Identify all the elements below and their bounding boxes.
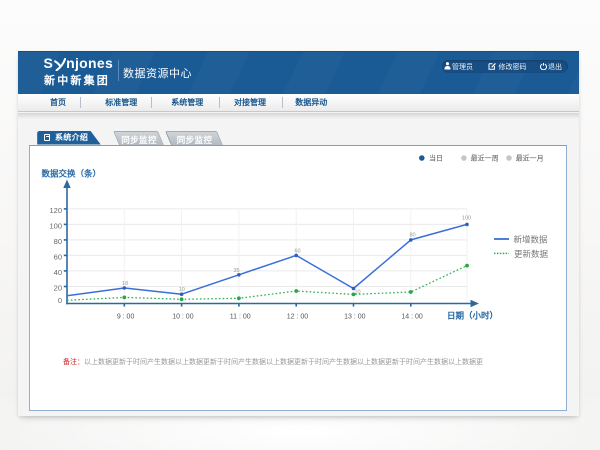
svg-text:14 : 00: 14 : 00 xyxy=(401,313,423,320)
svg-text:13 : 00: 13 : 00 xyxy=(344,313,366,320)
svg-text:10: 10 xyxy=(179,287,185,293)
svg-text:11 : 00: 11 : 00 xyxy=(230,313,251,320)
svg-text:最近一周: 最近一周 xyxy=(471,154,499,163)
svg-text:100: 100 xyxy=(49,221,62,230)
svg-text:80: 80 xyxy=(54,237,62,246)
svg-text:数据交换（条）: 数据交换（条） xyxy=(42,169,102,179)
svg-text:当日: 当日 xyxy=(429,154,443,163)
svg-text:10: 10 xyxy=(354,290,360,296)
svg-text:新增数据: 新增数据 xyxy=(514,234,549,244)
svg-text:9 : 00: 9 : 00 xyxy=(117,313,135,320)
svg-text:最近一月: 最近一月 xyxy=(516,154,544,163)
svg-text:10 : 00: 10 : 00 xyxy=(172,313,194,320)
svg-text:12 : 00: 12 : 00 xyxy=(287,313,309,320)
svg-text:100: 100 xyxy=(462,215,471,221)
svg-text:120: 120 xyxy=(49,206,62,215)
svg-text:18: 18 xyxy=(122,281,128,287)
svg-text:20: 20 xyxy=(54,284,62,293)
svg-text:60: 60 xyxy=(294,248,300,254)
svg-text:40: 40 xyxy=(54,268,62,277)
svg-text:日期（小时）: 日期（小时） xyxy=(447,311,498,321)
svg-text:60: 60 xyxy=(54,252,62,261)
svg-text:0: 0 xyxy=(58,296,62,305)
svg-text:35: 35 xyxy=(233,268,239,274)
svg-text:更新数据: 更新数据 xyxy=(514,249,549,259)
svg-text:80: 80 xyxy=(409,233,415,239)
